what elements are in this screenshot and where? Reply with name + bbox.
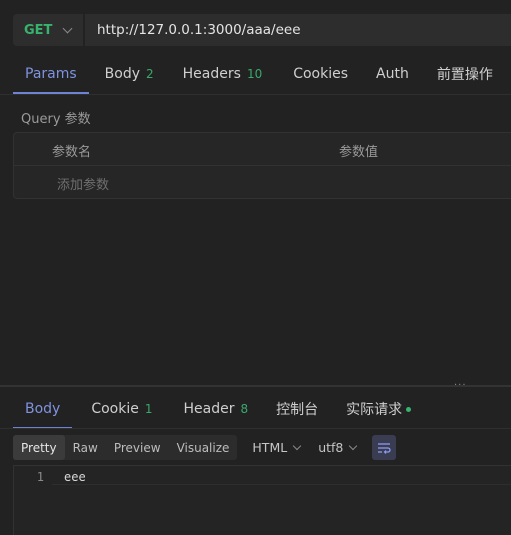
query-section-label: Query 参数 — [21, 112, 91, 127]
column-header-value: 参数值 — [339, 145, 379, 160]
format-select[interactable]: HTML — [252, 435, 302, 460]
wrap-lines-icon — [378, 442, 392, 454]
view-mode-switch: Pretty Raw Preview Visualize — [13, 435, 238, 460]
response-body-viewer[interactable]: 1 eee — [13, 465, 511, 535]
query-params-table: 参数名 参数值 添加参数 — [13, 132, 511, 199]
pane-splitter[interactable] — [0, 385, 511, 387]
format-select-value: HTML — [252, 440, 288, 455]
tab-label: Headers — [182, 66, 241, 82]
tab-label: 前置操作 — [436, 67, 493, 83]
code-text[interactable]: eee — [64, 470, 86, 484]
tab-actual-request[interactable]: 实际请求 — [346, 389, 412, 429]
tab-body[interactable]: Body 2 — [105, 54, 154, 94]
request-bar: GET http://127.0.0.1:3000/aaa/eee — [13, 14, 511, 46]
wrap-lines-button[interactable] — [372, 435, 397, 460]
api-client-window: GET http://127.0.0.1:3000/aaa/eee Params… — [0, 0, 511, 535]
chevron-down-icon — [349, 441, 358, 451]
view-mode-pretty[interactable]: Pretty — [13, 435, 65, 460]
tab-label: 控制台 — [276, 402, 319, 418]
tab-response-body[interactable]: Body — [13, 389, 73, 429]
encoding-select[interactable]: utf8 — [318, 435, 358, 460]
tab-label: Body — [25, 401, 61, 417]
tab-label: Body — [104, 66, 141, 82]
status-dot-icon — [406, 406, 412, 412]
url-input[interactable]: http://127.0.0.1:3000/aaa/eee — [85, 14, 511, 46]
tab-badge: 10 — [246, 67, 263, 81]
tab-label: Header — [183, 401, 235, 417]
tab-badge: 8 — [240, 402, 249, 416]
table-header: 参数名 参数值 — [14, 133, 511, 166]
tab-params[interactable]: Params — [13, 54, 89, 94]
tab-pre-actions[interactable]: 前置操作 — [437, 54, 493, 94]
column-header-name: 参数名 — [52, 145, 92, 160]
add-param-placeholder[interactable]: 添加参数 — [57, 174, 109, 193]
line-highlight — [52, 484, 511, 485]
tab-label: Cookie — [91, 401, 139, 417]
response-tabs: Body Cookie 1 Header 8 控制台 实际请求 — [0, 389, 511, 429]
tab-badge: 2 — [146, 67, 154, 81]
encoding-select-value: utf8 — [318, 440, 344, 455]
tab-cookies[interactable]: Cookies — [293, 54, 348, 94]
tab-auth[interactable]: Auth — [376, 54, 409, 94]
tabs-divider — [0, 94, 511, 95]
view-mode-visualize[interactable]: Visualize — [169, 435, 238, 460]
view-mode-preview[interactable]: Preview — [106, 435, 169, 460]
tab-headers[interactable]: Headers 10 — [183, 54, 263, 94]
method-select[interactable]: GET — [13, 14, 83, 46]
tab-console[interactable]: 控制台 — [276, 389, 318, 429]
tab-response-header[interactable]: Header 8 — [184, 389, 249, 429]
line-number: 1 — [36, 470, 44, 484]
add-param-row[interactable]: 添加参数 — [14, 166, 511, 199]
tab-label: Cookies — [293, 66, 349, 82]
request-tabs: Params Body 2 Headers 10 Cookies Auth 前置… — [0, 54, 511, 94]
tab-badge: 1 — [144, 402, 153, 416]
tab-label: 实际请求 — [346, 402, 403, 418]
method-label: GET — [24, 22, 53, 38]
chevron-down-icon — [292, 441, 302, 451]
response-tabs-divider — [0, 428, 511, 429]
chevron-down-icon — [62, 23, 73, 33]
view-mode-raw[interactable]: Raw — [65, 435, 106, 460]
tab-response-cookie[interactable]: Cookie 1 — [91, 389, 152, 429]
tab-label: Auth — [376, 66, 409, 82]
response-toolbar: Pretty Raw Preview Visualize HTML utf8 — [13, 435, 397, 460]
tab-label: Params — [25, 66, 77, 82]
